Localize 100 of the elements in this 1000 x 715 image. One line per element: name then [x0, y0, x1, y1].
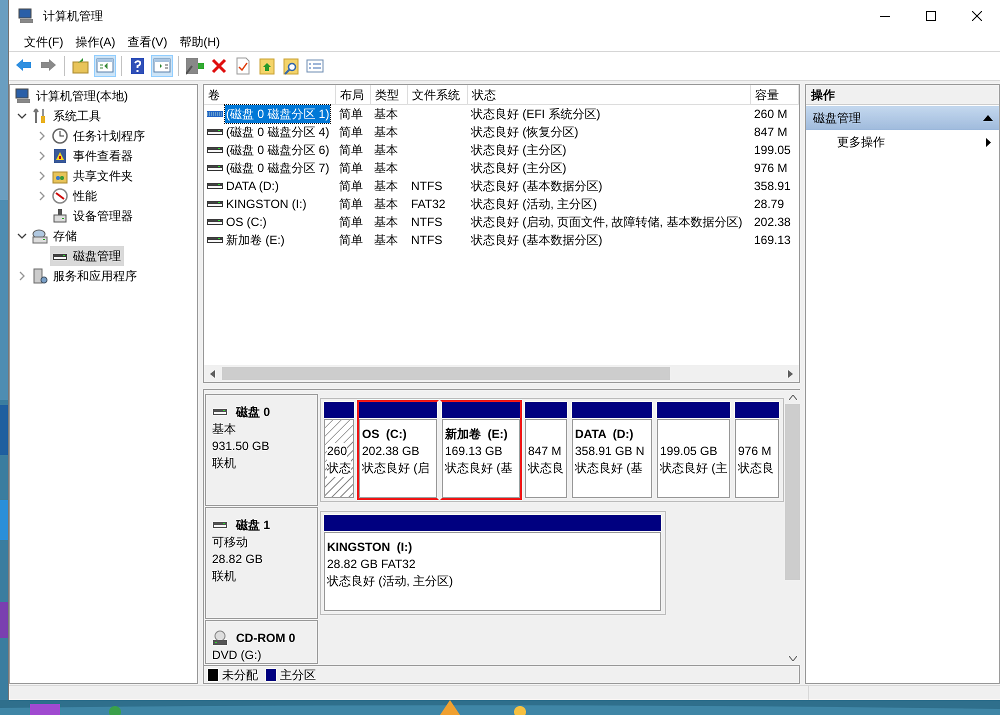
- column-header[interactable]: 类型: [371, 85, 408, 105]
- column-header[interactable]: 容量: [751, 85, 799, 105]
- toolbar-button[interactable]: [184, 55, 206, 77]
- checklist-icon: [306, 57, 324, 75]
- disk-detail: 联机: [212, 568, 237, 585]
- column-header[interactable]: 布局: [336, 85, 371, 105]
- device-icon: [52, 208, 68, 224]
- tree-item[interactable]: 系统工具: [30, 106, 104, 126]
- tree-item[interactable]: 性能: [50, 186, 100, 206]
- tree-item[interactable]: 事件查看器: [50, 146, 136, 166]
- toolbar-button[interactable]: [94, 55, 116, 77]
- partition-title: DATA (D:): [575, 426, 634, 443]
- table-cell-text: 状态良好 (基本数据分区): [471, 232, 602, 249]
- table-cell-text: 358.91: [754, 178, 791, 195]
- table-cell[interactable]: (磁盘 0 磁盘分区 1): [225, 105, 330, 123]
- tree-item[interactable]: 计算机管理(本地): [13, 86, 131, 106]
- table-cell[interactable]: DATA (D:): [225, 177, 280, 195]
- tree-pane-icon: [96, 57, 114, 75]
- table-cell-text: 基本: [374, 106, 398, 123]
- help-icon: [129, 57, 147, 75]
- clock-icon: [52, 128, 68, 144]
- computer-icon: [15, 88, 31, 104]
- table-cell-text: 简单: [339, 106, 363, 123]
- tree-item[interactable]: 服务和应用程序: [30, 266, 140, 286]
- tree-item[interactable]: 任务计划程序: [50, 126, 148, 146]
- partition-title: 新加卷 (E:): [445, 426, 509, 443]
- document-check-icon: [234, 57, 252, 75]
- table-cell-text: 简单: [339, 142, 363, 159]
- tree-item[interactable]: 磁盘管理: [50, 246, 124, 266]
- table-cell-text: 简单: [339, 232, 363, 249]
- notebook-icon: [52, 148, 68, 164]
- drive-icon: [207, 145, 223, 155]
- table-cell-text: 状态良好 (EFI 系统分区): [471, 106, 600, 123]
- table-cell[interactable]: (磁盘 0 磁盘分区 4): [225, 123, 330, 141]
- partition-status: 状态良好 (活动, 主分区): [327, 573, 453, 590]
- tools-icon: [32, 108, 48, 124]
- legend-label: 主分区: [280, 666, 316, 684]
- disk-detail: DVD (G:): [212, 647, 262, 664]
- disk-name: 磁盘 1: [236, 517, 270, 534]
- partition-status: 状态良: [738, 460, 774, 477]
- table-cell[interactable]: OS (C:): [225, 213, 268, 231]
- partition-box[interactable]: 新加卷 (E:) 169.13 GB 状态良好 (基: [440, 400, 522, 500]
- column-header[interactable]: 文件系统: [408, 85, 468, 105]
- menu-item[interactable]: 文件(F): [18, 32, 70, 52]
- table-cell-text: NTFS: [411, 232, 442, 249]
- folder-icon: [72, 57, 90, 75]
- partition-status: 状态良好 (基: [445, 460, 512, 477]
- gauge-icon: [52, 188, 68, 204]
- drive-icon: [212, 520, 228, 530]
- table-cell-text: 202.38: [754, 214, 791, 231]
- drive-icon: [212, 407, 228, 417]
- submenu-arrow-icon: [986, 138, 991, 146]
- server-gear-icon: [32, 268, 48, 284]
- partition-status: 状态良好 (启: [362, 460, 430, 477]
- tree-item[interactable]: 共享文件夹: [50, 166, 136, 186]
- toolbar-button[interactable]: [151, 55, 173, 77]
- column-header[interactable]: 状态: [468, 85, 751, 105]
- drive-icon: [207, 127, 223, 137]
- partition-box[interactable]: OS (C:) 202.38 GB 状态良好 (启: [357, 400, 439, 500]
- pane-header: 操作: [806, 85, 999, 105]
- table-cell[interactable]: 新加卷 (E:): [225, 231, 286, 249]
- striped-drive-icon: [207, 109, 223, 119]
- collapse-arrow-icon: [983, 115, 993, 121]
- menu-item[interactable]: 查看(V): [121, 32, 174, 52]
- table-cell-text: 状态良好 (启动, 页面文件, 故障转储, 基本数据分区): [471, 214, 742, 231]
- table-cell-text: 状态良好 (基本数据分区): [471, 178, 602, 195]
- table-cell-text: FAT32: [411, 196, 446, 213]
- table-cell-text: 基本: [374, 160, 398, 177]
- drive-icon: [207, 217, 223, 227]
- table-cell-text: 状态良好 (主分区): [471, 142, 566, 159]
- tree-item[interactable]: 设备管理器: [50, 206, 136, 226]
- action-item[interactable]: 更多操作: [806, 132, 999, 152]
- table-cell-text: 847 M: [754, 124, 788, 141]
- action-pane-icon: [153, 57, 171, 75]
- scrollbar-thumb[interactable]: [222, 367, 670, 380]
- table-cell-text: 简单: [339, 214, 363, 231]
- table-cell-text: 简单: [339, 160, 363, 177]
- connector-icon: [186, 57, 204, 75]
- table-cell[interactable]: (磁盘 0 磁盘分区 7): [225, 159, 330, 177]
- menu-item[interactable]: 帮助(H): [173, 32, 226, 52]
- drive-icon: [207, 163, 223, 173]
- table-cell[interactable]: KINGSTON (I:): [225, 195, 308, 213]
- search-icon: [282, 57, 300, 75]
- partition-status: 状态良好 (基: [575, 460, 642, 477]
- partition-header-bar: [735, 402, 779, 418]
- close-icon: [972, 11, 982, 21]
- disk-name: CD-ROM 0: [236, 630, 296, 647]
- action-section-header[interactable]: 磁盘管理: [806, 106, 999, 130]
- scrollbar-thumb[interactable]: [785, 404, 800, 580]
- partition-title: OS (C:): [362, 426, 408, 443]
- partition-status: 状态: [327, 460, 351, 477]
- drive-icon: [207, 199, 223, 209]
- window-title: 计算机管理: [43, 8, 103, 25]
- table-cell-text: 28.79: [754, 196, 784, 213]
- menu-item[interactable]: 操作(A): [69, 32, 122, 52]
- table-cell-text: 基本: [374, 196, 398, 213]
- disk-detail: 基本: [212, 421, 237, 438]
- table-cell-text: NTFS: [411, 178, 442, 195]
- tree-item[interactable]: 存储: [30, 226, 80, 246]
- table-cell[interactable]: (磁盘 0 磁盘分区 6): [225, 141, 330, 159]
